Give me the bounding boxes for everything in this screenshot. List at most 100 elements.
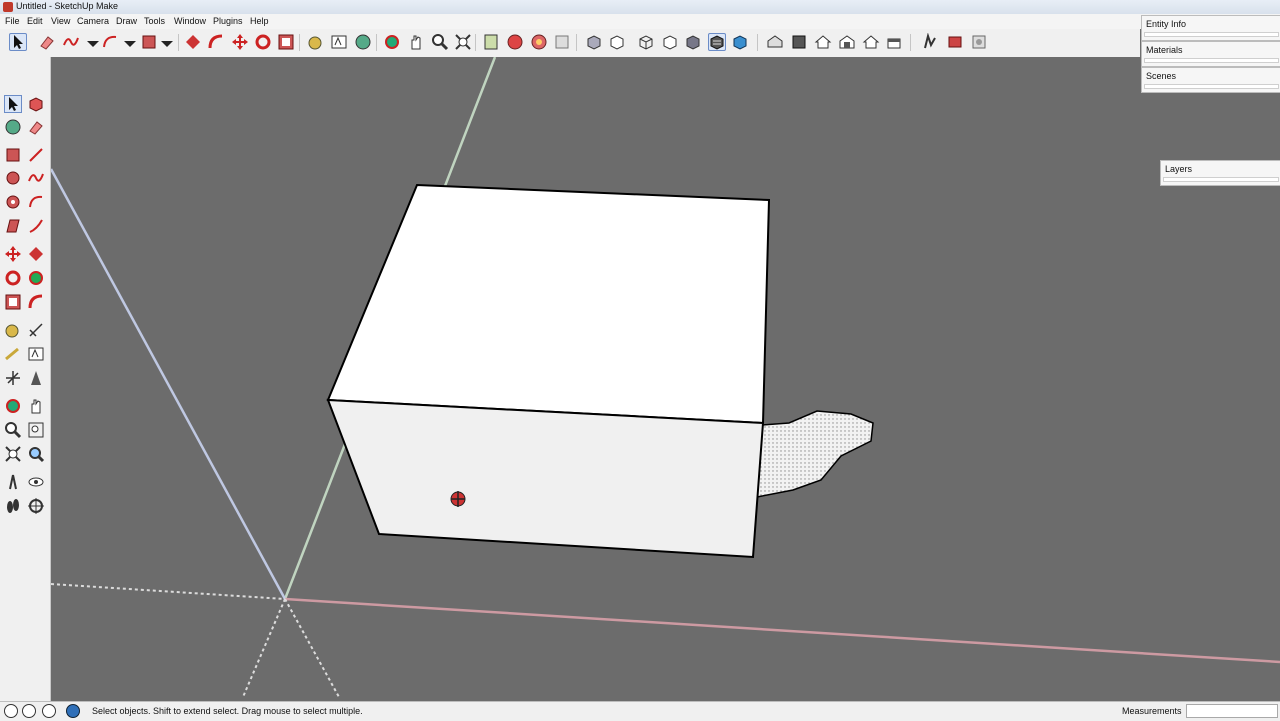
eraser-icon[interactable] bbox=[27, 118, 45, 136]
follow-me-icon[interactable] bbox=[27, 269, 45, 287]
section-display-icon[interactable] bbox=[530, 33, 548, 51]
arc-icon[interactable] bbox=[101, 33, 119, 51]
menu-window[interactable]: Window bbox=[174, 16, 206, 26]
menu-plugins[interactable]: Plugins bbox=[213, 16, 243, 26]
follow-me-icon[interactable] bbox=[207, 33, 225, 51]
text-icon[interactable] bbox=[27, 345, 45, 363]
box-front-face[interactable] bbox=[326, 398, 765, 559]
offset-icon[interactable] bbox=[4, 217, 22, 235]
zoom-extents-icon[interactable] bbox=[4, 445, 22, 463]
polygon-icon[interactable] bbox=[4, 193, 22, 211]
right-view-icon[interactable] bbox=[838, 33, 856, 51]
protractor-icon[interactable] bbox=[4, 345, 22, 363]
chevron-down-icon[interactable] bbox=[158, 33, 176, 51]
look-around-icon[interactable] bbox=[27, 473, 45, 491]
monochrome-icon[interactable] bbox=[731, 33, 749, 51]
chevron-down-icon[interactable] bbox=[84, 33, 102, 51]
add-location-icon[interactable] bbox=[921, 33, 939, 51]
move-icon[interactable] bbox=[4, 245, 22, 263]
freehand-icon[interactable] bbox=[27, 169, 45, 187]
menu-edit[interactable]: Edit bbox=[27, 16, 43, 26]
layers-title: Layers bbox=[1165, 164, 1193, 174]
wireframe-icon[interactable] bbox=[637, 33, 655, 51]
selected-face-shape[interactable] bbox=[756, 410, 874, 498]
previous-view-icon[interactable] bbox=[27, 445, 45, 463]
3d-text-icon[interactable] bbox=[27, 369, 45, 387]
rotate-icon[interactable] bbox=[4, 269, 22, 287]
move-icon[interactable] bbox=[231, 33, 249, 51]
zoom-window-icon[interactable] bbox=[27, 421, 45, 439]
offset-arc-icon[interactable] bbox=[27, 293, 45, 311]
scenes-tray[interactable]: Scenes bbox=[1141, 67, 1280, 93]
help-icon[interactable] bbox=[66, 704, 80, 718]
pan-icon[interactable] bbox=[27, 397, 45, 415]
section-fill-icon[interactable] bbox=[553, 33, 571, 51]
chevron-down-icon[interactable] bbox=[121, 33, 139, 51]
menu-file[interactable]: File bbox=[5, 16, 20, 26]
shaded-textures-icon[interactable] bbox=[708, 33, 726, 51]
photo-texture-icon[interactable] bbox=[970, 33, 988, 51]
orbit-icon[interactable] bbox=[4, 397, 22, 415]
paint-bucket-icon[interactable] bbox=[4, 118, 22, 136]
dimension-icon[interactable] bbox=[27, 321, 45, 339]
circle-icon[interactable] bbox=[4, 169, 22, 187]
menu-view[interactable]: View bbox=[51, 16, 70, 26]
measurements-input[interactable] bbox=[1186, 704, 1278, 718]
x-ray-icon[interactable] bbox=[585, 33, 603, 51]
back-view-icon[interactable] bbox=[862, 33, 880, 51]
eraser-icon[interactable] bbox=[38, 33, 56, 51]
menu-help[interactable]: Help bbox=[250, 16, 269, 26]
tape-measure-icon[interactable] bbox=[4, 321, 22, 339]
select-icon[interactable] bbox=[4, 95, 22, 113]
scene-canvas[interactable] bbox=[51, 57, 1280, 701]
hidden-line-icon[interactable] bbox=[661, 33, 679, 51]
push-pull-icon[interactable] bbox=[184, 33, 202, 51]
push-pull-icon[interactable] bbox=[27, 245, 45, 263]
red-axis-dashed-line bbox=[51, 583, 286, 600]
menu-draw[interactable]: Draw bbox=[116, 16, 137, 26]
left-view-icon[interactable] bbox=[885, 33, 903, 51]
axes-icon[interactable] bbox=[4, 369, 22, 387]
window-title: Untitled - SketchUp Make bbox=[16, 1, 119, 11]
previous-view-icon[interactable] bbox=[482, 33, 500, 51]
modeling-viewport[interactable] bbox=[51, 57, 1280, 701]
zoom-icon[interactable] bbox=[431, 33, 449, 51]
top-view-icon[interactable] bbox=[790, 33, 808, 51]
walk-icon[interactable] bbox=[4, 497, 22, 515]
zoom-icon[interactable] bbox=[4, 421, 22, 439]
text-icon[interactable] bbox=[330, 33, 348, 51]
rectangle-icon[interactable] bbox=[140, 33, 158, 51]
orbit-icon[interactable] bbox=[383, 33, 401, 51]
paint-bucket-icon[interactable] bbox=[354, 33, 372, 51]
shaded-icon[interactable] bbox=[684, 33, 702, 51]
box-top-face[interactable] bbox=[326, 183, 771, 425]
menu-camera[interactable]: Camera bbox=[77, 16, 109, 26]
user-icon[interactable] bbox=[42, 704, 56, 718]
zoom-extents-icon[interactable] bbox=[454, 33, 472, 51]
make-component-icon[interactable] bbox=[27, 95, 45, 113]
back-edges-icon[interactable] bbox=[608, 33, 626, 51]
pan-icon[interactable] bbox=[407, 33, 425, 51]
front-view-icon[interactable] bbox=[814, 33, 832, 51]
rotate-icon[interactable] bbox=[254, 33, 272, 51]
iso-view-icon[interactable] bbox=[766, 33, 784, 51]
materials-tray[interactable]: Materials bbox=[1141, 41, 1280, 67]
line-icon[interactable] bbox=[27, 146, 45, 164]
entity-info-tray[interactable]: Entity Info bbox=[1141, 15, 1280, 41]
layers-tray[interactable]: Layers bbox=[1160, 160, 1280, 186]
freehand-icon[interactable] bbox=[62, 33, 80, 51]
geo-location-icon[interactable] bbox=[4, 704, 18, 718]
arc-2pt-icon[interactable] bbox=[27, 217, 45, 235]
credits-icon[interactable] bbox=[22, 704, 36, 718]
tape-measure-icon[interactable] bbox=[307, 33, 325, 51]
toggle-terrain-icon[interactable] bbox=[946, 33, 964, 51]
scale-icon[interactable] bbox=[277, 33, 295, 51]
select-icon[interactable] bbox=[9, 33, 27, 51]
scale-icon[interactable] bbox=[4, 293, 22, 311]
position-camera-icon[interactable] bbox=[4, 473, 22, 491]
rectangle-icon[interactable] bbox=[4, 146, 22, 164]
section-plane-icon[interactable] bbox=[27, 497, 45, 515]
menu-tools[interactable]: Tools bbox=[144, 16, 165, 26]
arc-icon[interactable] bbox=[27, 193, 45, 211]
section-icon[interactable] bbox=[506, 33, 524, 51]
